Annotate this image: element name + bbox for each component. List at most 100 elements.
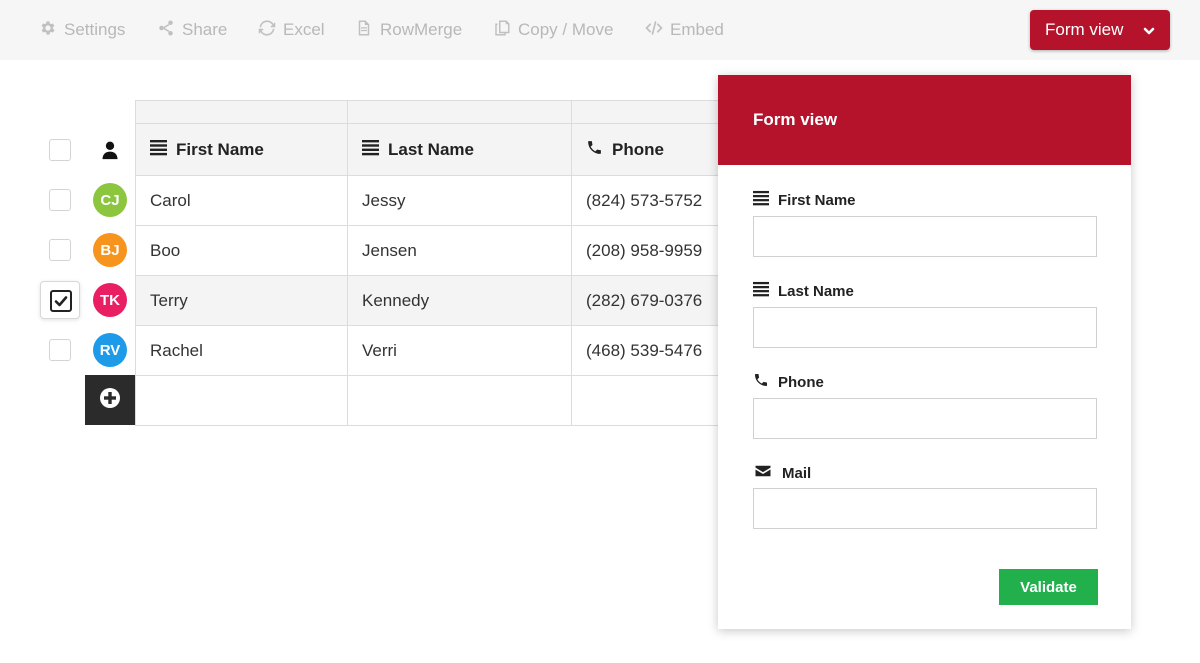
table-cell[interactable]: Kennedy [347, 276, 572, 326]
table-cell[interactable]: Carol [135, 176, 348, 226]
select-all-checkbox[interactable] [49, 139, 71, 161]
table-cell[interactable]: Verri [347, 326, 572, 376]
column-header-label: Last Name [388, 139, 474, 159]
empty-cell[interactable] [135, 376, 348, 426]
header-spacer [571, 100, 735, 124]
row-checkbox[interactable] [49, 189, 71, 211]
table-cell[interactable]: Rachel [135, 326, 348, 376]
validate-button[interactable]: Validate [999, 569, 1098, 605]
cell-text: Jensen [362, 240, 417, 260]
field-label-text: First Name [778, 191, 856, 209]
rowmerge-button[interactable]: RowMerge [355, 18, 462, 42]
column-header-last-name[interactable]: Last Name [347, 124, 572, 176]
header-spacer [135, 100, 348, 124]
field-label-text: Mail [782, 464, 812, 482]
cell-text: Terry [150, 290, 188, 310]
cell-text: (468) 539-5476 [586, 340, 703, 360]
checkmark-icon [52, 296, 70, 314]
field-label-mail: Mail [753, 462, 811, 484]
field-label-text: Last Name [778, 282, 854, 300]
cell-text: Verri [362, 340, 397, 360]
table-cell[interactable]: (282) 679-0376 [571, 276, 735, 326]
empty-cell[interactable] [571, 376, 735, 426]
rowmerge-label: RowMerge [380, 20, 463, 39]
settings-button[interactable]: Settings [39, 18, 125, 42]
mail-field[interactable] [753, 488, 1097, 529]
form-panel-header: Form view [718, 75, 1131, 165]
table-cell[interactable]: Terry [135, 276, 348, 326]
row-checkbox-checked[interactable] [50, 290, 72, 312]
cell-text: Carol [150, 190, 191, 210]
row-checkbox[interactable] [49, 239, 71, 261]
excel-button[interactable]: Excel [258, 18, 325, 42]
field-label-phone: Phone [753, 372, 824, 392]
cell-text: Kennedy [362, 290, 430, 310]
chevron-down-icon [1142, 23, 1156, 37]
cell-text: (824) 573-5752 [586, 190, 703, 210]
avatar-initials: BJ [100, 241, 120, 259]
avatar-initials: TK [100, 291, 120, 309]
text-lines-icon [150, 139, 167, 161]
toolbar: Settings Share Excel RowMerge Copy / Mov… [0, 0, 1200, 60]
table-cell[interactable]: (824) 573-5752 [571, 176, 735, 226]
document-icon [355, 19, 373, 42]
column-header-label: First Name [176, 139, 264, 159]
last-name-field[interactable] [753, 307, 1097, 348]
cell-text: Boo [150, 240, 181, 260]
embed-button[interactable]: Embed [645, 18, 724, 42]
form-view-panel: Form view First Name Last Name Phone Mai… [718, 75, 1131, 629]
copy-move-button[interactable]: Copy / Move [493, 18, 613, 42]
cell-text: Jessy [362, 190, 406, 210]
table-cell[interactable]: (468) 539-5476 [571, 326, 735, 376]
avatar: CJ [93, 183, 127, 217]
text-lines-icon [753, 190, 769, 210]
share-icon [157, 19, 175, 42]
embed-label: Embed [670, 20, 724, 39]
table-cell[interactable]: Jessy [347, 176, 572, 226]
header-spacer [347, 100, 572, 124]
avatar: BJ [93, 233, 127, 267]
phone-field[interactable] [753, 398, 1097, 439]
view-selector-button[interactable]: Form view [1030, 10, 1170, 50]
avatar-initials: RV [99, 341, 121, 359]
copy-icon [493, 19, 511, 42]
add-row-button[interactable] [85, 375, 135, 425]
column-header-first-name[interactable]: First Name [135, 124, 348, 176]
empty-cell[interactable] [347, 376, 572, 426]
view-selector-label: Form view [1045, 20, 1124, 39]
refresh-icon [258, 19, 276, 42]
gear-icon [39, 19, 57, 42]
cell-text: (208) 958-9959 [586, 240, 703, 260]
field-label-text: Phone [778, 373, 824, 391]
cell-text: (282) 679-0376 [586, 290, 703, 310]
avatar: TK [93, 283, 127, 317]
row-checkbox-focus [40, 281, 80, 319]
settings-label: Settings [64, 20, 126, 39]
cell-text: Rachel [150, 340, 203, 360]
share-label: Share [182, 20, 228, 39]
table-cell[interactable]: Boo [135, 226, 348, 276]
text-lines-icon [753, 281, 769, 301]
avatar: RV [93, 333, 127, 367]
column-header-phone[interactable]: Phone [571, 124, 735, 176]
first-name-field[interactable] [753, 216, 1097, 257]
text-lines-icon [362, 139, 379, 161]
plus-circle-icon [99, 387, 121, 414]
excel-label: Excel [283, 20, 325, 39]
phone-icon [586, 139, 603, 161]
row-checkbox[interactable] [49, 339, 71, 361]
avatar-initials: CJ [100, 191, 120, 209]
form-panel-title: Form view [753, 110, 838, 129]
field-label-last-name: Last Name [753, 281, 854, 301]
envelope-icon [753, 462, 773, 484]
code-icon [645, 19, 663, 42]
share-button[interactable]: Share [157, 18, 227, 42]
copy-move-label: Copy / Move [518, 20, 614, 39]
user-icon [100, 140, 120, 160]
field-label-first-name: First Name [753, 190, 856, 210]
table-cell[interactable]: Jensen [347, 226, 572, 276]
table-cell[interactable]: (208) 958-9959 [571, 226, 735, 276]
validate-label: Validate [1020, 578, 1077, 596]
column-header-label: Phone [612, 139, 664, 159]
phone-icon [753, 372, 769, 392]
